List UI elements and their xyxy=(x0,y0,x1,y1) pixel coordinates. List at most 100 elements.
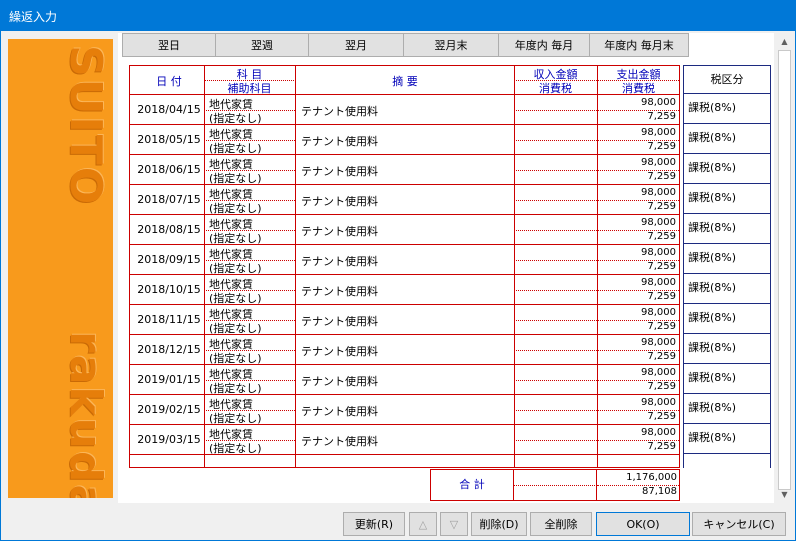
next-month-end-button[interactable]: 翌月末 xyxy=(403,33,499,57)
row-tax-class[interactable]: 課税(8%) xyxy=(684,424,770,454)
row-divider xyxy=(597,320,679,321)
row-tax-class[interactable]: 課税(8%) xyxy=(684,364,770,394)
next-month-button[interactable]: 翌月 xyxy=(308,33,404,57)
row-divider xyxy=(514,410,597,411)
row-expense-amount: 98,000 xyxy=(641,157,676,168)
row-divider xyxy=(204,230,295,231)
row-tax-class[interactable]: 課税(8%) xyxy=(684,244,770,274)
delete-all-button[interactable]: 全削除 xyxy=(530,512,592,536)
tax-class-column: 税区分 課税(8%) 課税(8%) 課税(8%) 課税(8%) 課税(8%) 課税(8%)… xyxy=(683,65,771,468)
brand-word-bottom: rakuda xyxy=(60,331,111,498)
total-expense-tax: 87,108 xyxy=(642,486,677,497)
column-divider xyxy=(597,66,598,467)
row-expense-amount: 98,000 xyxy=(641,127,676,138)
row-divider xyxy=(597,260,679,261)
row-divider xyxy=(514,440,597,441)
row-separator xyxy=(130,304,679,305)
row-tax-class[interactable]: 課税(8%) xyxy=(684,214,770,244)
row-divider xyxy=(514,230,597,231)
row-tax-class[interactable]: 課税(8%) xyxy=(684,304,770,334)
row-expense-tax: 7,259 xyxy=(647,141,676,152)
row-expense-amount: 98,000 xyxy=(641,397,676,408)
row-separator xyxy=(130,454,679,455)
row-expense-amount: 98,000 xyxy=(641,277,676,288)
totals-row: 合 計 1,176,000 87,108 xyxy=(430,469,680,501)
header-divider xyxy=(204,80,296,81)
scroll-thumb[interactable] xyxy=(778,50,791,490)
total-income-cell xyxy=(514,470,597,500)
row-separator xyxy=(130,424,679,425)
row-divider xyxy=(514,200,597,201)
brand-word-top: SUITO xyxy=(60,45,111,207)
row-description: テナント使用料 xyxy=(301,255,378,268)
row-date: 2018/12/15 xyxy=(137,343,201,356)
row-divider xyxy=(597,440,679,441)
row-divider xyxy=(204,110,295,111)
row-description: テナント使用料 xyxy=(301,195,378,208)
row-expense-tax: 7,259 xyxy=(647,321,676,332)
row-date: 2018/11/15 xyxy=(137,313,201,326)
row-expense-tax: 7,259 xyxy=(647,231,676,242)
row-divider xyxy=(204,200,295,201)
next-day-button[interactable]: 翌日 xyxy=(122,33,216,57)
total-expense-amount: 1,176,000 xyxy=(626,472,677,483)
row-expense-tax: 7,259 xyxy=(647,201,676,212)
row-expense-tax: 7,259 xyxy=(647,381,676,392)
row-description: テナント使用料 xyxy=(301,405,378,418)
ok-button[interactable]: OK(O) xyxy=(596,512,690,536)
row-separator xyxy=(130,244,679,245)
row-expense-tax: 7,259 xyxy=(647,291,676,302)
header-divider xyxy=(597,80,679,81)
header-description: 摘 要 xyxy=(392,75,418,88)
ledger-table: 日 付 科 目 補助科目 摘 要 収入金額 消費税 支出金額 消費税 2018/… xyxy=(129,65,680,468)
row-divider xyxy=(514,320,597,321)
row-expense-amount: 98,000 xyxy=(641,337,676,348)
row-tax-class[interactable]: 課税(8%) xyxy=(684,394,770,424)
row-divider xyxy=(204,380,295,381)
move-up-button[interactable]: △ xyxy=(409,512,437,536)
scroll-up-icon[interactable]: ▲ xyxy=(776,33,793,50)
row-expense-amount: 98,000 xyxy=(641,247,676,258)
row-description: テナント使用料 xyxy=(301,165,378,178)
row-description: テナント使用料 xyxy=(301,135,378,148)
row-tax-class[interactable]: 課税(8%) xyxy=(684,94,770,124)
row-date: 2018/10/15 xyxy=(137,283,201,296)
vertical-scrollbar[interactable]: ▲ ▼ xyxy=(776,33,793,503)
row-divider xyxy=(514,110,597,111)
row-expense-tax: 7,259 xyxy=(647,351,676,362)
move-down-button[interactable]: ▽ xyxy=(440,512,468,536)
header-tax-class: 税区分 xyxy=(684,65,770,94)
row-expense-tax: 7,259 xyxy=(647,171,676,182)
row-tax-class[interactable]: 課税(8%) xyxy=(684,184,770,214)
row-divider xyxy=(204,410,295,411)
delete-button[interactable]: 削除(D) xyxy=(471,512,527,536)
fiscal-month-end-button[interactable]: 年度内 毎月末 xyxy=(589,33,689,57)
row-separator xyxy=(130,394,679,395)
row-date: 2018/08/15 xyxy=(137,223,201,236)
row-tax-class[interactable]: 課税(8%) xyxy=(684,124,770,154)
scroll-down-icon[interactable]: ▼ xyxy=(776,486,793,503)
row-date: 2018/07/15 xyxy=(137,193,201,206)
row-date: 2019/01/15 xyxy=(137,373,201,386)
row-divider xyxy=(514,140,597,141)
row-divider xyxy=(597,200,679,201)
row-tax-class[interactable]: 課税(8%) xyxy=(684,154,770,184)
row-description: テナント使用料 xyxy=(301,345,378,358)
update-button[interactable]: 更新(R) xyxy=(343,512,405,536)
cancel-button[interactable]: キャンセル(C) xyxy=(692,512,786,536)
row-divider xyxy=(204,140,295,141)
column-divider xyxy=(514,66,515,467)
next-week-button[interactable]: 翌週 xyxy=(215,33,309,57)
row-tax-class[interactable]: 課税(8%) xyxy=(684,334,770,364)
column-divider xyxy=(295,66,296,467)
row-divider xyxy=(597,170,679,171)
row-divider xyxy=(597,290,679,291)
row-separator xyxy=(130,214,679,215)
row-divider xyxy=(514,260,597,261)
row-tax-class[interactable]: 課税(8%) xyxy=(684,274,770,304)
row-expense-amount: 98,000 xyxy=(641,187,676,198)
row-separator xyxy=(130,274,679,275)
fiscal-monthly-button[interactable]: 年度内 毎月 xyxy=(498,33,590,57)
row-expense-amount: 98,000 xyxy=(641,217,676,228)
row-separator xyxy=(130,124,679,125)
